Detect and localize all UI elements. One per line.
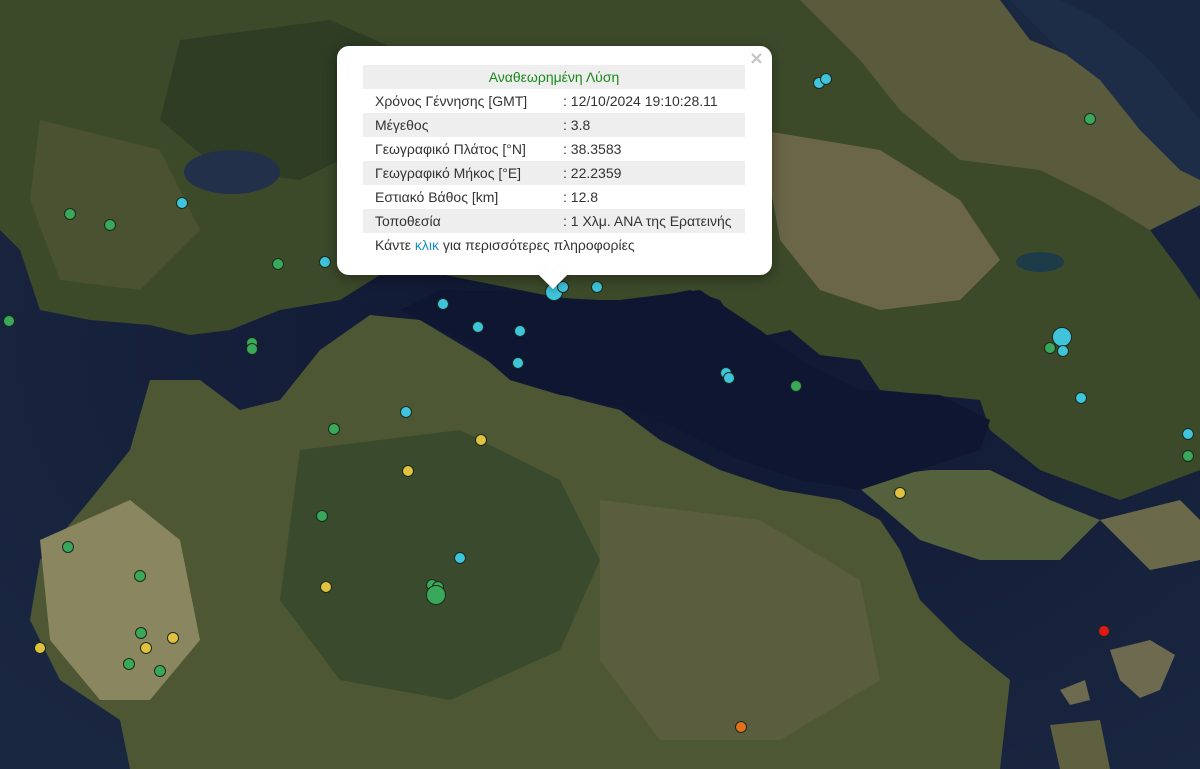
- origin-time-value: : 12/10/2024 19:10:28.11: [563, 93, 718, 109]
- latitude-label: Γεωγραφικό Πλάτος [°N]: [375, 141, 526, 157]
- earthquake-marker-yellow[interactable]: [34, 642, 46, 654]
- location-value: : 1 Χλμ. ΑΝΑ της Ερατεινής: [557, 209, 745, 233]
- row-latitude: Γεωγραφικό Πλάτος [°N] : 38.3583: [363, 137, 745, 161]
- earthquake-marker-cyan[interactable]: [400, 406, 412, 418]
- earthquake-marker-green[interactable]: [154, 665, 166, 677]
- earthquake-marker-yellow[interactable]: [475, 434, 487, 446]
- earthquake-marker-green[interactable]: [316, 510, 328, 522]
- earthquake-marker-yellow[interactable]: [402, 465, 414, 477]
- earthquake-marker-yellow[interactable]: [167, 632, 179, 644]
- latitude-value: : 38.3583: [563, 141, 622, 157]
- earthquake-marker-red[interactable]: [1098, 625, 1110, 637]
- origin-time-label: Χρόνος Γέννησης [GMT]: [375, 93, 528, 109]
- location-label: Τοποθεσία: [363, 209, 557, 233]
- earthquake-marker-green[interactable]: [790, 380, 802, 392]
- row-longitude: Γεωγραφικό Μήκος [°E] : 22.2359: [363, 161, 745, 185]
- earthquake-marker-yellow[interactable]: [894, 487, 906, 499]
- longitude-value: : 22.2359: [557, 161, 745, 185]
- earthquake-marker-cyan[interactable]: [472, 321, 484, 333]
- earthquake-marker-yellow[interactable]: [140, 642, 152, 654]
- more-info-link[interactable]: κλικ: [415, 237, 439, 253]
- event-details-table: Αναθεωρημένη Λύση Χρόνος Γέννησης [GMT] …: [363, 65, 745, 233]
- depth-label: Εστιακό Βάθος [km]: [375, 189, 499, 205]
- earthquake-marker-green[interactable]: [104, 219, 116, 231]
- more-info-prefix: Κάντε: [375, 237, 415, 253]
- longitude-label: Γεωγραφικό Μήκος [°E]: [363, 161, 557, 185]
- earthquake-marker-green[interactable]: [272, 258, 284, 270]
- earthquake-marker-cyan[interactable]: [319, 256, 331, 268]
- more-info-text: Κάντε κλικ για περισσότερες πληροφορίες: [363, 233, 746, 257]
- earthquake-marker-cyan[interactable]: [820, 73, 832, 85]
- magnitude-label: Μέγεθος: [363, 113, 557, 137]
- earthquake-marker-cyan[interactable]: [723, 372, 735, 384]
- earthquake-marker-cyan[interactable]: [1057, 345, 1069, 357]
- earthquake-marker-green[interactable]: [426, 585, 446, 605]
- earthquake-marker-green[interactable]: [246, 343, 258, 355]
- row-depth: Εστιακό Βάθος [km] : 12.8: [363, 185, 745, 209]
- depth-value: : 12.8: [563, 189, 599, 205]
- earthquake-marker-green[interactable]: [62, 541, 74, 553]
- close-icon[interactable]: ×: [749, 50, 764, 68]
- earthquake-marker-green[interactable]: [1182, 450, 1194, 462]
- earthquake-marker-green[interactable]: [3, 315, 15, 327]
- earthquake-marker-cyan[interactable]: [1075, 392, 1087, 404]
- row-location: Τοποθεσία : 1 Χλμ. ΑΝΑ της Ερατεινής: [363, 209, 745, 233]
- earthquake-marker-cyan[interactable]: [176, 197, 188, 209]
- earthquake-marker-cyan[interactable]: [514, 325, 526, 337]
- popup-heading: Αναθεωρημένη Λύση: [363, 65, 745, 89]
- earthquake-marker-yellow[interactable]: [320, 581, 332, 593]
- earthquake-marker-green[interactable]: [1084, 113, 1096, 125]
- earthquake-marker-green[interactable]: [1044, 342, 1056, 354]
- earthquake-marker-cyan[interactable]: [1182, 428, 1194, 440]
- magnitude-value: : 3.8: [557, 113, 745, 137]
- earthquake-marker-cyan[interactable]: [591, 281, 603, 293]
- event-popup: × Αναθεωρημένη Λύση Χρόνος Γέννησης [GMT…: [337, 46, 772, 290]
- earthquake-marker-green[interactable]: [123, 658, 135, 670]
- row-origin-time: Χρόνος Γέννησης [GMT] : 12/10/2024 19:10…: [363, 89, 745, 113]
- row-magnitude: Μέγεθος : 3.8: [363, 113, 745, 137]
- earthquake-marker-green[interactable]: [328, 423, 340, 435]
- earthquake-marker-green[interactable]: [134, 570, 146, 582]
- earthquake-marker-cyan[interactable]: [454, 552, 466, 564]
- more-info-suffix: για περισσότερες πληροφορίες: [439, 237, 635, 253]
- earthquake-marker-green[interactable]: [64, 208, 76, 220]
- earthquake-marker-cyan[interactable]: [512, 357, 524, 369]
- earthquake-marker-green[interactable]: [135, 627, 147, 639]
- earthquake-marker-orange[interactable]: [735, 721, 747, 733]
- earthquake-marker-cyan[interactable]: [437, 298, 449, 310]
